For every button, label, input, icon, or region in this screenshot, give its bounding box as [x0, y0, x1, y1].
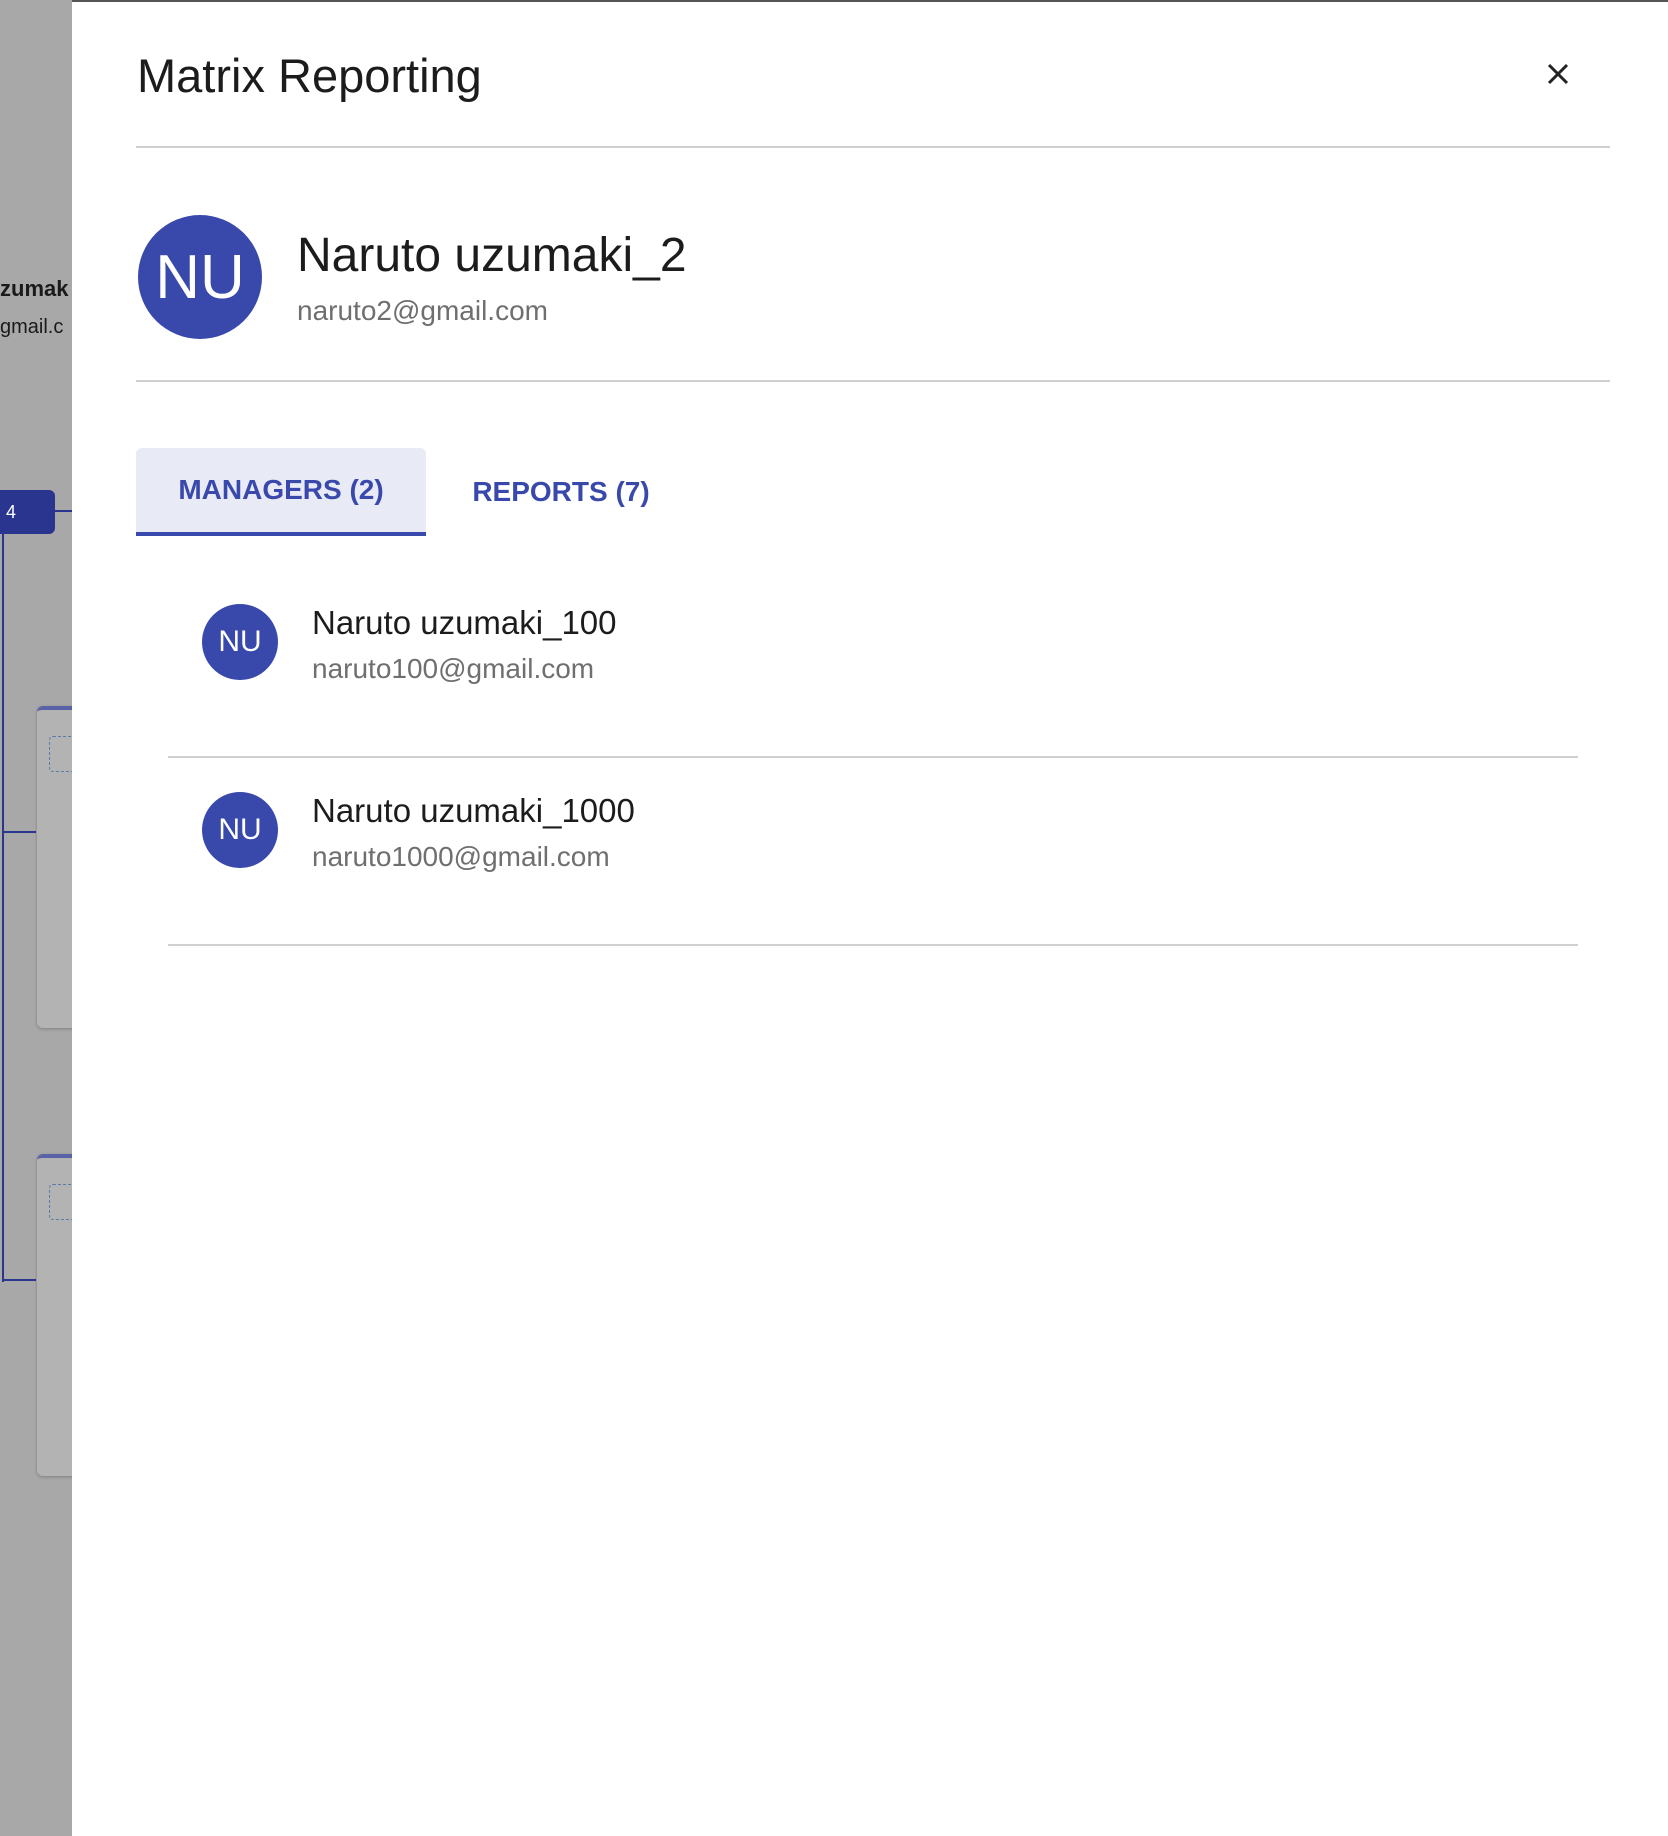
close-icon — [1547, 63, 1569, 85]
drawer-title: Matrix Reporting — [137, 49, 482, 102]
manager-name: Naruto uzumaki_1000 — [312, 792, 635, 829]
background-count-badge: 4 — [0, 490, 55, 534]
tab-reports[interactable]: REPORTS (7) — [452, 448, 670, 536]
avatar: NU — [202, 792, 278, 868]
placeholder-icon — [49, 736, 72, 772]
list-item[interactable]: NU Naruto uzumaki_100 naruto100@gmail.co… — [168, 568, 1578, 758]
manager-email: naruto1000@gmail.com — [312, 841, 610, 872]
manager-email: naruto100@gmail.com — [312, 653, 595, 684]
background-employee-email: gmail.c — [0, 316, 64, 338]
org-connector-line — [2, 831, 36, 833]
matrix-reporting-drawer: Matrix Reporting NU Naruto uzumaki_2 nar… — [72, 0, 1668, 1836]
tab-managers[interactable]: MANAGERS (2) — [136, 448, 426, 536]
org-connector-line — [2, 534, 4, 1282]
divider — [136, 146, 1610, 148]
avatar: NU — [138, 215, 262, 339]
org-connector-line — [55, 510, 72, 512]
avatar: NU — [202, 604, 278, 680]
background-org-card — [37, 706, 72, 1028]
employee-email: naruto2@gmail.com — [297, 295, 548, 326]
list-item[interactable]: NU Naruto uzumaki_1000 naruto1000@gmail.… — [168, 756, 1578, 946]
background-org-card — [37, 1154, 72, 1476]
placeholder-icon — [49, 1184, 72, 1220]
background-page: zumak gmail.c 4 — [0, 0, 72, 1836]
manager-name: Naruto uzumaki_100 — [312, 604, 617, 641]
background-employee-name: zumak — [0, 276, 69, 301]
close-button[interactable] — [1538, 54, 1578, 94]
divider — [136, 380, 1610, 382]
org-connector-line — [2, 1279, 36, 1281]
employee-name: Naruto uzumaki_2 — [297, 229, 687, 282]
